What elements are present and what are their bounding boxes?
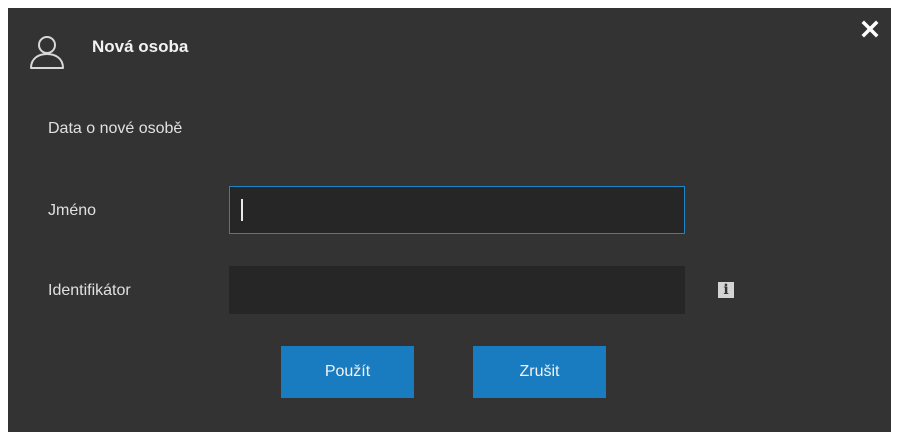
cancel-button[interactable]: Zrušit [473, 346, 606, 398]
section-heading: Data o nové osobě [48, 120, 183, 137]
info-icon[interactable]: i [718, 282, 734, 298]
new-person-dialog: Nová osoba Data o nové osobě Jméno Ident… [8, 8, 891, 432]
name-label: Jméno [48, 202, 97, 219]
identifier-input[interactable] [229, 266, 685, 314]
apply-button[interactable]: Použít [281, 346, 414, 398]
name-input[interactable] [229, 186, 685, 234]
text-caret [241, 199, 243, 221]
dialog-title-bar: Nová osoba [8, 8, 891, 88]
dialog-title: Nová osoba [92, 37, 189, 56]
identifier-label: Identifikátor [48, 282, 131, 299]
close-icon[interactable] [859, 18, 881, 40]
person-icon [30, 36, 64, 69]
